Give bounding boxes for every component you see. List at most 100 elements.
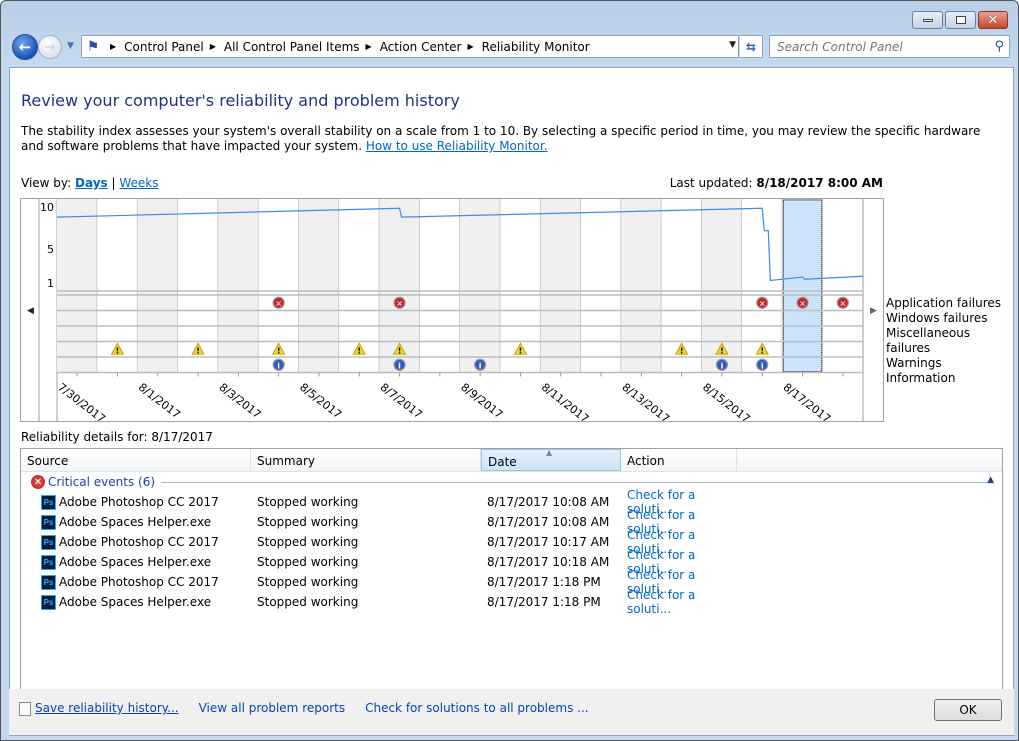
event-source: Ps Adobe Spaces Helper.exe [21,594,251,610]
event-row[interactable]: Ps Adobe Photoshop CC 2017 Stopped working… [21,528,1002,556]
breadcrumb-all-items[interactable]: All Control Panel Items [224,40,360,54]
close-icon: ✕ [987,12,999,28]
event-row[interactable]: Ps Adobe Spaces Helper.exe Stopped working… [21,508,1002,536]
group-divider [161,481,992,483]
details-header: Source Summary ▲ Date Action [21,448,1002,472]
day-column[interactable] [57,199,98,373]
back-button[interactable]: ← [12,34,38,60]
event-source-label: Adobe Spaces Helper.exe [59,515,212,529]
scroll-left-arrow[interactable]: ◀ [27,306,34,316]
action-center-flag-icon: ⚑ [86,38,100,55]
minimize-button[interactable] [912,11,943,29]
warning-exclamation: ! [277,346,281,355]
day-column[interactable] [218,199,259,373]
event-source: Ps Adobe Photoshop CC 2017 [21,534,251,550]
address-history-dropdown-icon[interactable]: ▼ [729,40,736,50]
view-by-label: View by: [21,176,72,190]
minimize-icon [922,18,933,22]
check-for-solutions-link[interactable]: Check for solutions to all problems ... [365,701,589,715]
maximize-icon [955,16,966,24]
check-solution-link[interactable]: Check for a soluti... [621,588,741,616]
save-reliability-history-link[interactable]: Save reliability history... [19,701,179,716]
day-column[interactable] [460,199,501,373]
day-column[interactable] [419,199,460,373]
column-source[interactable]: Source [21,449,251,471]
critical-events-group[interactable]: ✕ Critical events (6) ▲ [21,472,1002,492]
day-column[interactable] [137,199,178,373]
search-input[interactable] [770,38,980,55]
warning-exclamation: ! [357,346,361,355]
day-column[interactable] [580,199,622,373]
maximize-button[interactable] [945,11,976,29]
x-tick-label: 8/11/2017 [539,381,591,421]
breadcrumb-control-panel[interactable]: Control Panel [124,40,204,54]
event-summary: Stopped working [257,575,359,589]
information-i: i [479,361,482,370]
x-tick-label: 8/3/2017 [217,381,264,421]
column-summary[interactable]: Summary [251,449,481,471]
scroll-right-arrow[interactable]: ▶ [870,306,877,316]
collapse-group-icon[interactable]: ▲ [987,475,994,485]
y-tick-label: 10 [40,201,54,214]
search-icon[interactable]: ⚲ [994,39,1004,54]
legend-application-failures: Application failures [886,296,1002,310]
window-controls: ✕ [912,11,1008,29]
address-bar[interactable]: ⚑ ▶ Control Panel ▶ All Control Panel It… [81,35,739,58]
warning-exclamation: ! [116,346,120,355]
recent-pages-dropdown[interactable]: ▼ [67,41,74,51]
breadcrumb-action-center[interactable]: Action Center [380,40,462,54]
column-action[interactable]: Action [621,449,737,471]
x-tick-label: 7/30/2017 [55,381,107,421]
event-source-label: Adobe Spaces Helper.exe [59,555,212,569]
photoshop-app-icon: Ps [41,494,56,510]
breadcrumb-separator-icon[interactable]: ▶ [467,42,473,51]
day-column[interactable] [782,199,823,373]
refresh-button[interactable]: ⇆ [740,35,763,58]
stability-chart[interactable]: ◀ ▶ 10 5 1 7/30/2017 8/1/2017 8/3/2017 8/5/2017 8… [20,198,884,426]
help-link[interactable]: How to use Reliability Monitor. [366,139,548,153]
x-tick-label: 8/1/2017 [136,381,183,421]
breadcrumb-separator-icon[interactable]: ▶ [210,42,216,51]
event-date: 8/17/2017 1:18 PM [487,575,601,589]
day-column[interactable] [298,199,340,373]
legend-information: Information [886,371,956,385]
day-column[interactable] [540,199,581,373]
critical-event-x: ✕ [396,299,403,308]
warning-exclamation: ! [760,346,764,355]
information-i: i [721,361,724,370]
breadcrumb: ▶ Control Panel ▶ All Control Panel Item… [104,40,590,54]
event-date: 8/17/2017 10:08 AM [487,495,610,509]
view-weeks-link[interactable]: Weeks [119,176,158,190]
event-source: Ps Adobe Spaces Helper.exe [21,554,251,570]
critical-event-x: ✕ [839,299,846,308]
day-column[interactable] [621,199,662,373]
event-row[interactable]: Ps Adobe Photoshop CC 2017 Stopped working… [21,488,1002,516]
view-by: View by: Days | Weeks [21,176,159,190]
warning-exclamation: ! [196,346,200,355]
breadcrumb-reliability-monitor[interactable]: Reliability Monitor [482,40,590,54]
view-all-problem-reports-link[interactable]: View all problem reports [199,701,346,715]
last-updated-label: Last updated: [669,176,753,190]
arrow-right-icon: → [44,39,56,55]
forward-button[interactable]: → [38,35,62,59]
day-column[interactable] [822,199,863,373]
breadcrumb-separator-icon[interactable]: ▶ [366,42,372,51]
footer: Save reliability history... View all pro… [9,689,1014,735]
critical-event-x: ✕ [799,299,806,308]
last-updated: Last updated: 8/18/2017 8:00 AM [670,176,883,190]
close-button[interactable]: ✕ [978,11,1008,29]
event-row[interactable]: Ps Adobe Spaces Helper.exe Stopped working… [21,548,1002,576]
chevron-down-icon: ▼ [67,41,74,51]
event-source-label: Adobe Photoshop CC 2017 [59,495,219,509]
event-summary: Stopped working [257,515,359,529]
ok-button[interactable]: OK [934,699,1002,721]
photoshop-app-icon: Ps [41,534,56,550]
last-updated-value: 8/18/2017 8:00 AM [756,176,883,190]
photoshop-app-icon: Ps [41,554,56,570]
event-summary: Stopped working [257,535,359,549]
view-days-link[interactable]: Days [75,176,108,190]
event-row[interactable]: Ps Adobe Spaces Helper.exe Stopped working… [21,588,1002,616]
x-tick-label: 8/9/2017 [458,381,505,421]
column-date[interactable]: ▲ Date [481,448,621,471]
event-row[interactable]: Ps Adobe Photoshop CC 2017 Stopped working… [21,568,1002,596]
